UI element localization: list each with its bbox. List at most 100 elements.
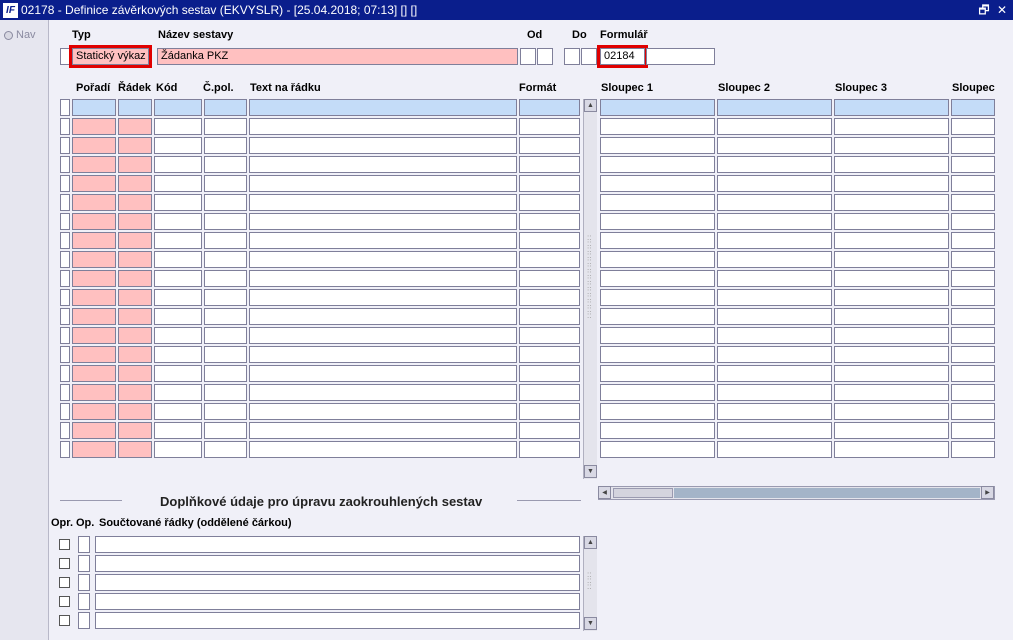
row-indicator[interactable] — [60, 270, 70, 287]
sloupec-2-cell[interactable] — [717, 346, 832, 363]
sloupec-4-cell[interactable] — [951, 441, 995, 458]
sloupec-3-cell[interactable] — [834, 422, 949, 439]
op-field[interactable] — [78, 536, 90, 553]
radek-cell[interactable] — [118, 289, 152, 306]
poradi-cell[interactable] — [72, 118, 116, 135]
sloupec-2-cell[interactable] — [717, 194, 832, 211]
row-indicator[interactable] — [60, 365, 70, 382]
text-cell[interactable] — [249, 346, 517, 363]
sloupec-2-cell[interactable] — [717, 137, 832, 154]
row-indicator[interactable] — [60, 441, 70, 458]
sloupec-1-cell[interactable] — [600, 213, 715, 230]
cpol-cell[interactable] — [204, 156, 247, 173]
sloupec-2-cell[interactable] — [717, 270, 832, 287]
sloupec-3-cell[interactable] — [834, 137, 949, 154]
text-cell[interactable] — [249, 384, 517, 401]
sloupec-2-cell[interactable] — [717, 384, 832, 401]
radek-cell[interactable] — [118, 346, 152, 363]
sloupec-1-cell[interactable] — [600, 441, 715, 458]
nazev-field[interactable]: Žádanka PKZ — [157, 48, 518, 65]
kod-cell[interactable] — [154, 441, 202, 458]
radek-cell[interactable] — [118, 118, 152, 135]
radek-cell[interactable] — [118, 137, 152, 154]
text-cell[interactable] — [249, 365, 517, 382]
scroll-down-icon[interactable]: ▼ — [584, 617, 597, 630]
sloupec-4-cell[interactable] — [951, 194, 995, 211]
text-cell[interactable] — [249, 251, 517, 268]
kod-cell[interactable] — [154, 289, 202, 306]
row-indicator[interactable] — [60, 384, 70, 401]
row-indicator[interactable] — [60, 118, 70, 135]
poradi-cell[interactable] — [72, 403, 116, 420]
poradi-cell[interactable] — [72, 422, 116, 439]
cpol-cell[interactable] — [204, 289, 247, 306]
scroll-down-icon[interactable]: ▼ — [584, 465, 597, 478]
sloupec-1-cell[interactable] — [600, 175, 715, 192]
kod-cell[interactable] — [154, 99, 202, 116]
radek-cell[interactable] — [118, 251, 152, 268]
sloupec-3-cell[interactable] — [834, 327, 949, 344]
opr-checkbox[interactable] — [59, 615, 70, 626]
opr-checkbox[interactable] — [59, 596, 70, 607]
sloupec-3-cell[interactable] — [834, 232, 949, 249]
scroll-left-icon[interactable]: ◀ — [598, 486, 611, 499]
sloupec-1-cell[interactable] — [600, 156, 715, 173]
poradi-cell[interactable] — [72, 270, 116, 287]
text-cell[interactable] — [249, 213, 517, 230]
sloupec-4-cell[interactable] — [951, 213, 995, 230]
poradi-cell[interactable] — [72, 156, 116, 173]
sloupec-3-cell[interactable] — [834, 156, 949, 173]
poradi-cell[interactable] — [72, 289, 116, 306]
text-cell[interactable] — [249, 232, 517, 249]
sum-rows-field[interactable] — [95, 612, 580, 629]
sloupec-4-cell[interactable] — [951, 403, 995, 420]
sloupec-4-cell[interactable] — [951, 308, 995, 325]
format-cell[interactable] — [519, 270, 580, 287]
sloupec-2-cell[interactable] — [717, 289, 832, 306]
row-indicator[interactable] — [60, 327, 70, 344]
row-indicator[interactable] — [60, 346, 70, 363]
kod-cell[interactable] — [154, 118, 202, 135]
sloupec-4-cell[interactable] — [951, 251, 995, 268]
sloupec-2-cell[interactable] — [717, 118, 832, 135]
text-cell[interactable] — [249, 99, 517, 116]
poradi-cell[interactable] — [72, 194, 116, 211]
text-cell[interactable] — [249, 327, 517, 344]
sum-rows-field[interactable] — [95, 593, 580, 610]
radek-cell[interactable] — [118, 194, 152, 211]
sloupec-2-cell[interactable] — [717, 99, 832, 116]
sloupec-4-cell[interactable] — [951, 365, 995, 382]
row-indicator[interactable] — [60, 232, 70, 249]
sloupec-4-cell[interactable] — [951, 346, 995, 363]
cpol-cell[interactable] — [204, 308, 247, 325]
format-cell[interactable] — [519, 384, 580, 401]
format-cell[interactable] — [519, 156, 580, 173]
row-indicator[interactable] — [60, 251, 70, 268]
poradi-cell[interactable] — [72, 175, 116, 192]
row-indicator[interactable] — [60, 308, 70, 325]
formular-name-field[interactable] — [646, 48, 715, 65]
radek-cell[interactable] — [118, 270, 152, 287]
poradi-cell[interactable] — [72, 441, 116, 458]
text-cell[interactable] — [249, 289, 517, 306]
kod-cell[interactable] — [154, 213, 202, 230]
sloupec-2-cell[interactable] — [717, 175, 832, 192]
sloupec-3-cell[interactable] — [834, 441, 949, 458]
sloupec-3-cell[interactable] — [834, 251, 949, 268]
cpol-cell[interactable] — [204, 251, 247, 268]
kod-cell[interactable] — [154, 308, 202, 325]
cpol-cell[interactable] — [204, 137, 247, 154]
cpol-cell[interactable] — [204, 270, 247, 287]
format-cell[interactable] — [519, 365, 580, 382]
kod-cell[interactable] — [154, 175, 202, 192]
sloupec-4-cell[interactable] — [951, 289, 995, 306]
format-cell[interactable] — [519, 118, 580, 135]
format-cell[interactable] — [519, 308, 580, 325]
cpol-cell[interactable] — [204, 213, 247, 230]
sloupec-4-cell[interactable] — [951, 118, 995, 135]
text-cell[interactable] — [249, 118, 517, 135]
poradi-cell[interactable] — [72, 213, 116, 230]
sloupec-3-cell[interactable] — [834, 308, 949, 325]
sloupec-3-cell[interactable] — [834, 346, 949, 363]
formular-field[interactable]: 02184 — [597, 45, 648, 68]
